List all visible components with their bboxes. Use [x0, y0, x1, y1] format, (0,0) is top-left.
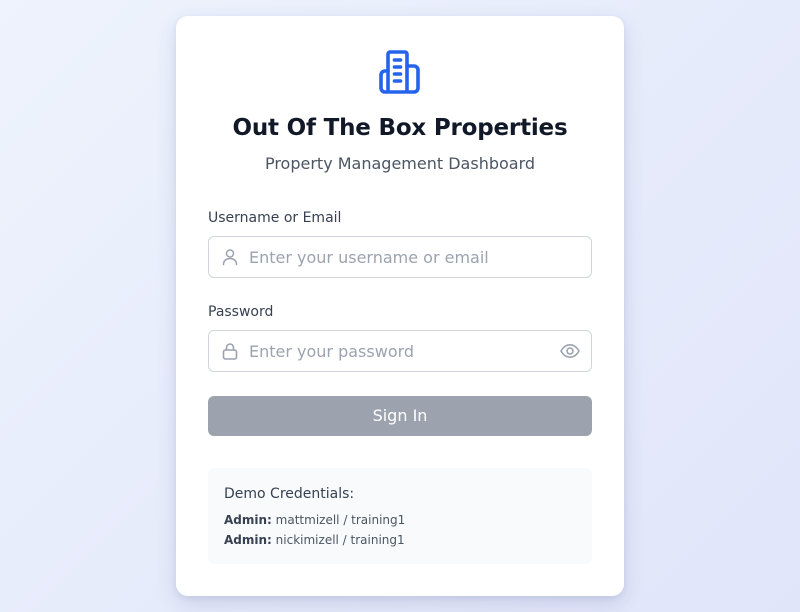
lock-icon	[222, 343, 238, 360]
demo-credential-value: nickimizell / training1	[275, 533, 405, 547]
demo-credential-role: Admin:	[224, 533, 272, 547]
demo-credential-row: Admin: nickimizell / training1	[224, 532, 405, 548]
eye-icon[interactable]	[559, 341, 581, 361]
demo-credential-row: Admin: mattmizell / training1	[224, 512, 405, 528]
login-card: Out Of The Box Properties Property Manag…	[176, 16, 624, 596]
username-field[interactable]	[208, 236, 592, 278]
demo-credential-value: mattmizell / training1	[275, 513, 406, 527]
username-input[interactable]	[249, 237, 579, 277]
password-field[interactable]	[208, 330, 592, 372]
demo-credential-role: Admin:	[224, 513, 272, 527]
password-input[interactable]	[249, 331, 539, 371]
page-title: Out Of The Box Properties	[232, 115, 568, 141]
password-label: Password	[208, 304, 274, 320]
building-icon	[379, 50, 420, 94]
demo-credentials-panel: Demo Credentials: Admin: mattmizell / tr…	[208, 468, 592, 564]
demo-credentials-title: Demo Credentials:	[224, 486, 355, 502]
page-subtitle: Property Management Dashboard	[264, 154, 536, 173]
sign-in-button[interactable]: Sign In	[208, 396, 592, 436]
username-label: Username or Email	[208, 210, 342, 226]
user-icon	[222, 249, 238, 266]
